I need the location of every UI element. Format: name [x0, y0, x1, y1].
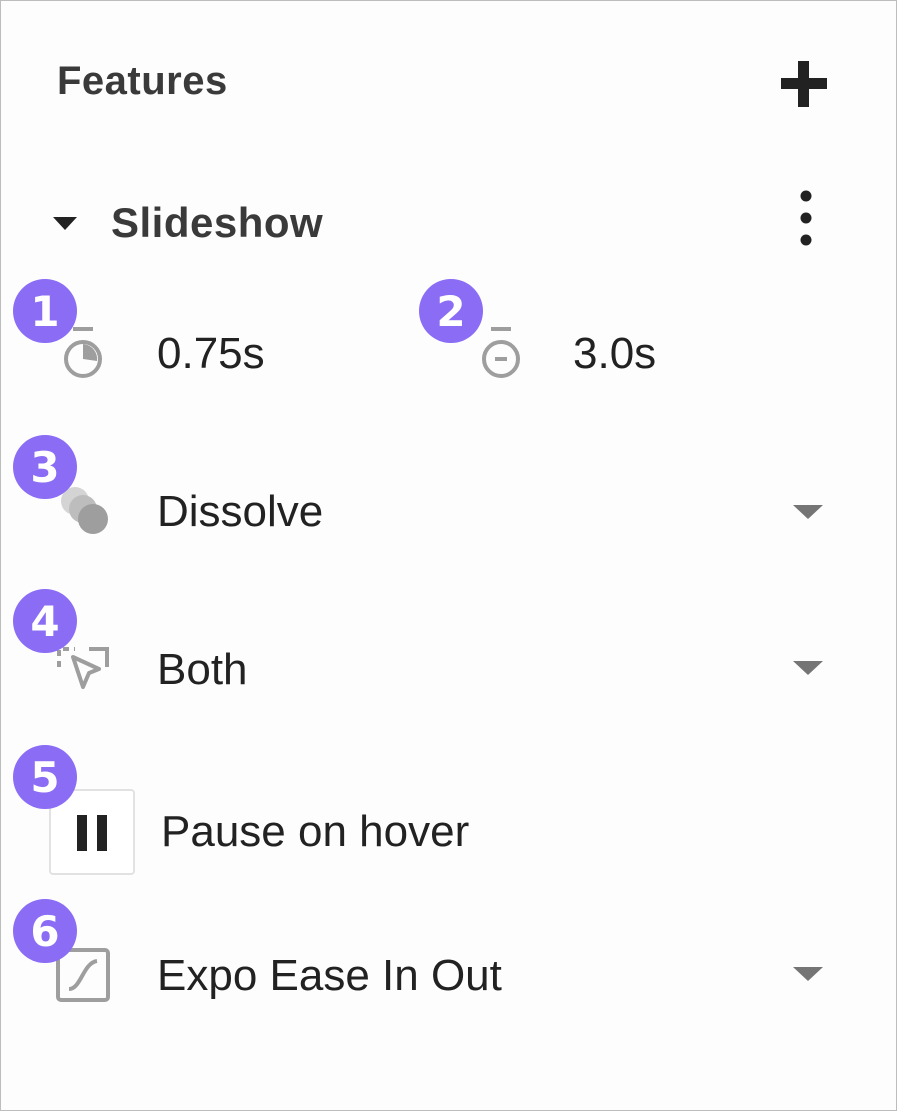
easing-select[interactable]: Expo Ease In Out [51, 939, 841, 1009]
trigger-value: Both [157, 645, 248, 694]
chevron-down-icon [793, 661, 823, 675]
callout-badge-3: 3 [13, 435, 77, 499]
add-feature-button[interactable] [779, 59, 829, 109]
callout-badge-5: 5 [13, 745, 77, 809]
callout-badge-4: 4 [13, 589, 77, 653]
callout-badge-1: 1 [13, 279, 77, 343]
easing-value: Expo Ease In Out [157, 951, 502, 1000]
trigger-select[interactable]: Both [51, 633, 841, 703]
transition-duration-field[interactable]: 0.75s [51, 319, 311, 389]
section-menu-button[interactable] [789, 187, 823, 249]
plus-icon [781, 61, 827, 107]
callout-badge-2: 2 [419, 279, 483, 343]
pause-icon [77, 815, 107, 851]
features-panel: Features Slideshow 0.75s 3.0s Dissolve B… [0, 0, 897, 1111]
timer-icon [482, 327, 520, 378]
chevron-down-icon [793, 505, 823, 519]
triangle-down-icon [53, 217, 77, 230]
slide-duration-field[interactable]: 3.0s [469, 319, 729, 389]
section-title: Slideshow [111, 199, 324, 246]
panel-title: Features [57, 59, 228, 103]
callout-badge-6: 6 [13, 899, 77, 963]
transition-select[interactable]: Dissolve [51, 475, 841, 545]
transition-value: Dissolve [157, 487, 324, 536]
chevron-down-icon [793, 967, 823, 981]
kebab-vertical-icon [800, 190, 812, 246]
transition-duration-value: 0.75s [157, 329, 265, 378]
slide-duration-value: 3.0s [573, 329, 657, 378]
pause-on-hover-label: Pause on hover [161, 807, 470, 856]
